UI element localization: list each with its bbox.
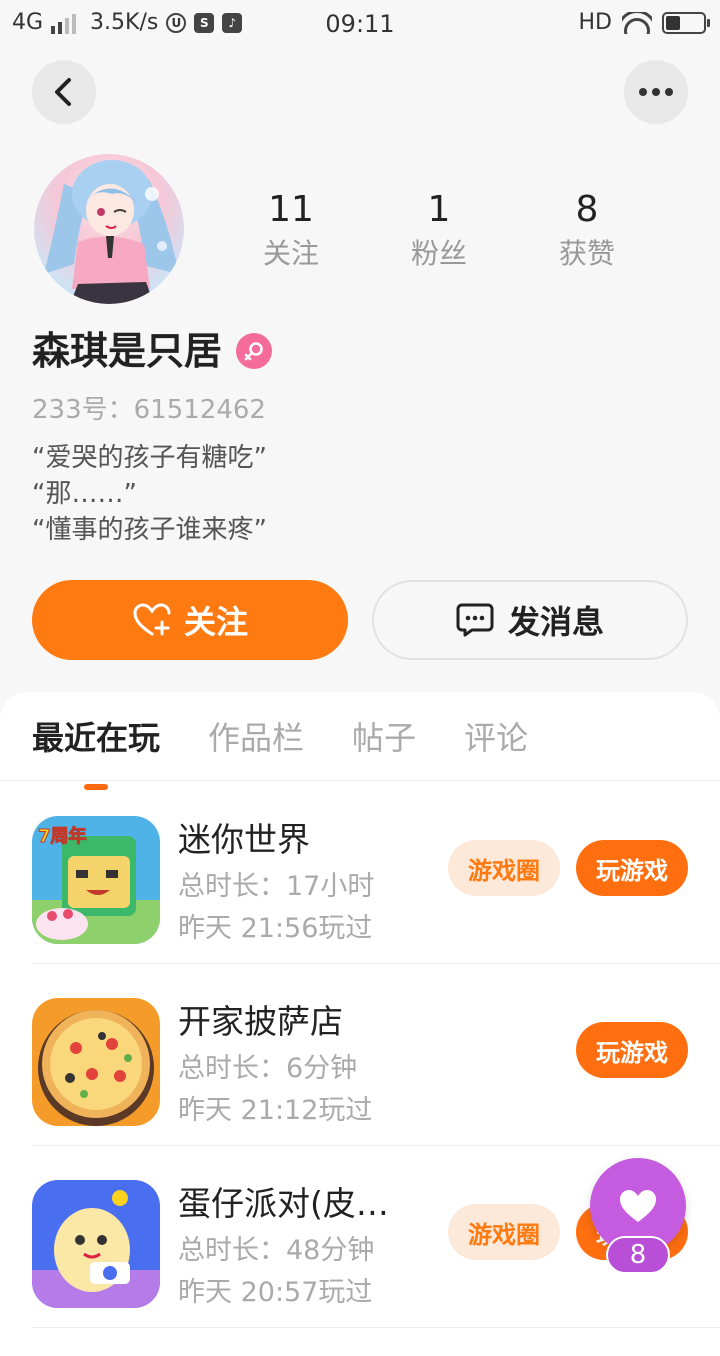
row-divider: [32, 1327, 720, 1328]
tab-divider: [0, 780, 720, 781]
status-bar: 4G 3.5K/s U S ♪ 09:11 HD: [0, 0, 720, 50]
like-count-badge: 8: [606, 1236, 670, 1274]
follow-label: 关注: [183, 603, 248, 641]
heart-icon: [620, 1190, 656, 1222]
game-duration: 总时长：6分钟: [178, 1053, 358, 1084]
message-label: 发消息: [507, 603, 604, 641]
stat-following-value: 11: [268, 189, 314, 230]
game-last-played: 昨天 21:12玩过: [178, 1095, 373, 1126]
battery-icon: [662, 11, 710, 34]
profile-tabs: 最近在玩 作品栏 帖子 评论: [32, 714, 528, 790]
play-game-button[interactable]: 玩游戏: [576, 840, 688, 896]
game-duration: 总时长：48分钟: [178, 1235, 375, 1266]
stat-likes-label: 获赞: [558, 237, 615, 270]
hd-indicator: HD: [578, 10, 612, 35]
game-last-played: 昨天 20:57玩过: [178, 1277, 373, 1308]
tab-posts[interactable]: 帖子: [352, 714, 416, 762]
avatar-illustration: [44, 160, 179, 304]
stat-likes-value: 8: [575, 189, 599, 230]
bio-line: “爱哭的孩子有糖吃”: [32, 443, 267, 473]
stat-likes[interactable]: 8 获赞: [517, 188, 657, 274]
follow-button[interactable]: 关注: [32, 580, 348, 660]
more-dots-icon: [639, 88, 673, 96]
user-bio: “爱哭的孩子有糖吃” “那……” “懂事的孩子谁来疼”: [32, 440, 267, 548]
stat-following[interactable]: 11 关注: [221, 188, 361, 274]
stat-following-label: 关注: [262, 237, 319, 270]
back-arrow-icon: [55, 78, 71, 106]
message-button[interactable]: 发消息: [372, 580, 688, 660]
game-name: 蛋仔派对(皮…: [178, 1184, 389, 1223]
game-circle-button[interactable]: 游戏圈: [448, 840, 560, 896]
stat-fans[interactable]: 1 粉丝: [369, 188, 509, 274]
game-item[interactable]: 7周年 迷你世界 总时长：17小时 昨天 21:56玩过 游戏圈 玩游戏: [32, 782, 720, 964]
user-name-row: 森琪是只居: [32, 326, 273, 376]
game-last-played: 昨天 21:56玩过: [178, 913, 373, 944]
more-options-button[interactable]: [624, 60, 688, 124]
game-icon-eggy-party: [32, 1180, 160, 1308]
bio-line: “懂事的孩子谁来疼”: [32, 515, 267, 545]
tab-works[interactable]: 作品栏: [208, 714, 304, 762]
stat-fans-label: 粉丝: [410, 237, 467, 270]
play-game-button[interactable]: 玩游戏: [576, 1022, 688, 1078]
game-icon-pizza-shop: [32, 998, 160, 1126]
user-id: 233号：61512462: [32, 395, 266, 425]
game-circle-button[interactable]: 游戏圈: [448, 1204, 560, 1260]
bio-line: “那……”: [32, 479, 137, 509]
user-name: 森琪是只居: [32, 329, 223, 373]
svg-text:7周年: 7周年: [38, 825, 87, 847]
heart-plus-icon: [133, 603, 171, 636]
tab-comments[interactable]: 评论: [464, 714, 528, 762]
stat-fans-value: 1: [427, 189, 451, 230]
status-right: HD: [578, 10, 710, 35]
back-button[interactable]: [32, 60, 96, 124]
chat-bubble-icon: [456, 603, 494, 637]
game-duration: 总时长：17小时: [178, 871, 375, 902]
game-name: 迷你世界: [178, 820, 310, 859]
avatar[interactable]: [34, 154, 184, 304]
game-icon-mini-world: 7周年: [32, 816, 160, 944]
wifi-icon: [622, 11, 652, 34]
game-item[interactable]: 开家披萨店 总时长：6分钟 昨天 21:12玩过 玩游戏: [32, 964, 720, 1146]
game-name: 开家披萨店: [178, 1002, 343, 1041]
female-icon: [236, 333, 273, 369]
tab-recently-played[interactable]: 最近在玩: [32, 714, 160, 790]
